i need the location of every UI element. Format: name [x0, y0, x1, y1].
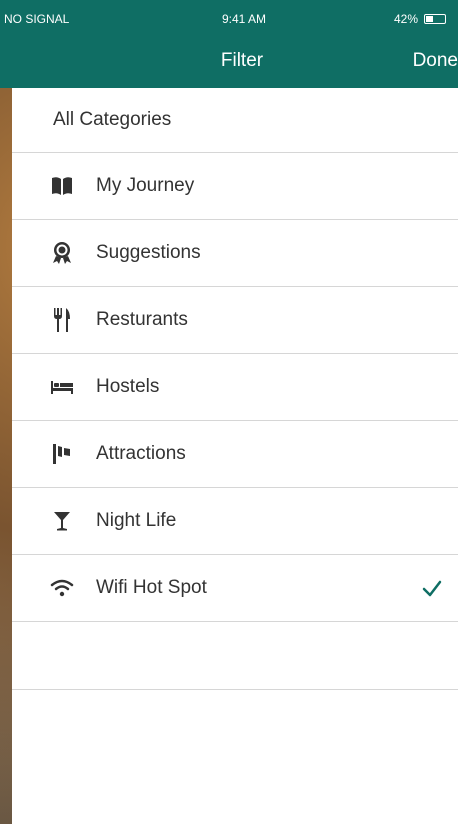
all-categories-label: All Categories: [53, 109, 172, 130]
clock: 9:41 AM: [221, 12, 267, 26]
list-item-label: Night Life: [96, 510, 177, 531]
battery-percent: 42%: [393, 12, 418, 26]
award-ribbon-icon: [50, 241, 74, 265]
list-item-label: Attractions: [96, 443, 186, 464]
list-item-label: Hostels: [96, 376, 160, 397]
battery-icon: [424, 14, 446, 24]
empty-row: [12, 622, 458, 690]
list-item-my-journey[interactable]: My Journey: [12, 153, 458, 220]
header-bar: NO SIGNAL 9:41 AM 42% Filter Done: [0, 0, 458, 88]
all-categories-row[interactable]: All Categories: [12, 88, 458, 153]
list-item-night-life[interactable]: Night Life: [12, 488, 458, 555]
list-item-label: Resturants: [96, 309, 188, 330]
list-item-label: Suggestions: [96, 242, 201, 263]
list-item-restaurants[interactable]: Resturants: [12, 287, 458, 354]
page-title: Filter: [220, 50, 264, 71]
battery-status: 42%: [394, 12, 446, 26]
checkmark-icon: [422, 578, 442, 598]
done-button[interactable]: Done: [413, 50, 458, 72]
bed-icon: [50, 375, 74, 399]
cocktail-glass-icon: [50, 509, 74, 533]
fork-knife-icon: [50, 308, 74, 332]
book-icon: [50, 174, 74, 198]
category-list: All Categories My Journey Suggestions Re…: [12, 88, 458, 690]
list-item-label: My Journey: [96, 175, 195, 196]
list-item-suggestions[interactable]: Suggestions: [12, 220, 458, 287]
flag-icon: [50, 442, 74, 466]
list-item-hostels[interactable]: Hostels: [12, 354, 458, 421]
list-item-wifi-hot-spot[interactable]: Wifi Hot Spot: [12, 555, 458, 622]
wifi-icon: [50, 576, 74, 600]
list-item-label: Wifi Hot Spot: [96, 577, 207, 598]
list-item-attractions[interactable]: Attractions: [12, 421, 458, 488]
